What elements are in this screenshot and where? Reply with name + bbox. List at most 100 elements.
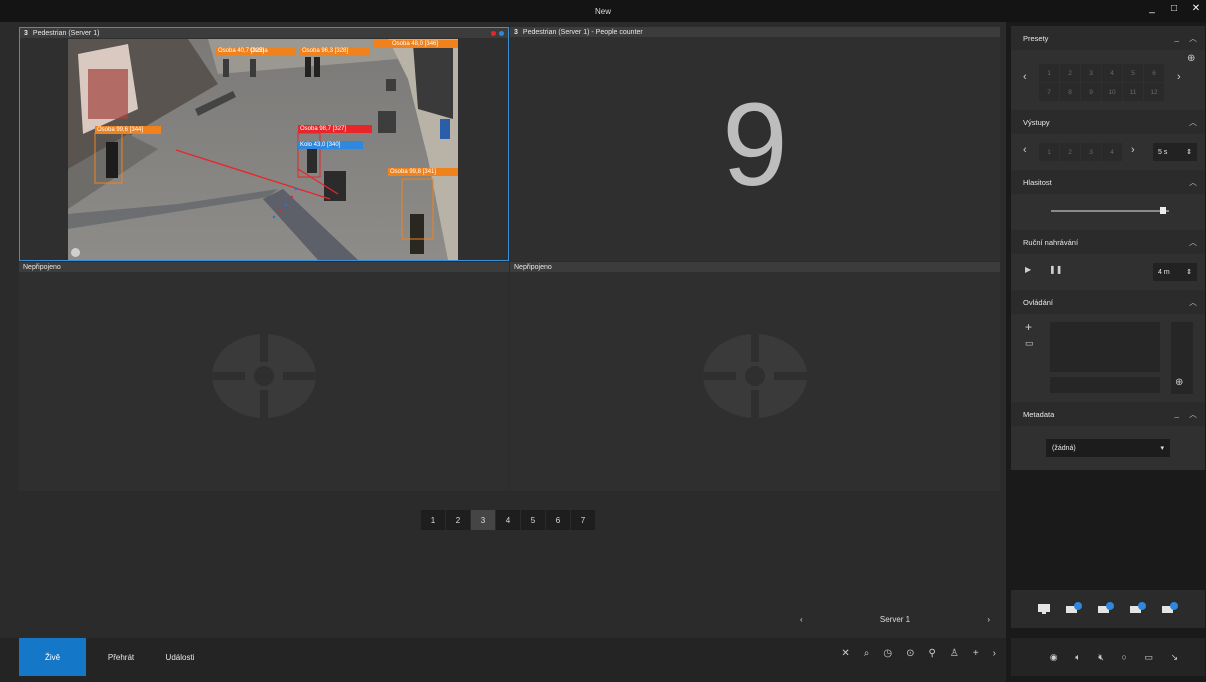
tile-title: Pedestrian (Server 1) - People counter xyxy=(522,28,643,36)
metadata-selected-value: (žádná) xyxy=(1052,444,1076,452)
output-next-icon[interactable]: › xyxy=(1131,144,1135,156)
chevron-up-icon[interactable]: ︿ xyxy=(1189,297,1197,308)
target-icon[interactable]: ⊕ xyxy=(1175,377,1183,388)
page-button-4[interactable]: 4 xyxy=(496,510,520,530)
play-icon[interactable]: ▶ xyxy=(1025,265,1031,274)
output-prev-icon[interactable]: ‹ xyxy=(1023,144,1027,156)
window-icon[interactable]: ▭ xyxy=(1145,652,1154,663)
empty-tile[interactable]: Nepřipojeno xyxy=(510,262,1000,491)
monitor-icon[interactable] xyxy=(1037,603,1051,615)
section-title: Presety xyxy=(1023,33,1049,43)
recording-duration-spinner[interactable]: 4 m ⇕ xyxy=(1153,263,1197,281)
output-interval-spinner[interactable]: 5 s ⇕ xyxy=(1153,143,1197,161)
page-button-1[interactable]: 1 xyxy=(421,510,445,530)
overlay-icon[interactable]: ⊙ xyxy=(906,648,914,659)
camera-feed-image[interactable] xyxy=(68,39,458,260)
recording-indicator-icon xyxy=(491,30,496,36)
counter-tile[interactable]: 3 Pedestrian (Server 1) - People counter… xyxy=(510,27,1000,261)
close-view-icon[interactable]: ✕ xyxy=(841,648,849,659)
tab-events[interactable]: Události xyxy=(150,638,210,676)
empty-tile[interactable]: Nepřipojeno xyxy=(19,262,509,491)
preset-slot[interactable]: 6 xyxy=(1144,64,1164,82)
preset-slot[interactable]: 7 xyxy=(1039,83,1059,101)
search-icon[interactable]: ⌕ xyxy=(864,648,870,659)
spinner-arrows-icon[interactable]: ⇕ xyxy=(1186,268,1192,276)
pause-icon[interactable]: ❚❚ xyxy=(1049,265,1062,274)
monitor-download-icon[interactable] xyxy=(1097,602,1115,616)
detection-label: Osoba 48,0 [346] xyxy=(392,41,439,47)
monitor-sync-icon[interactable] xyxy=(1161,602,1179,616)
preset-slot[interactable]: 10 xyxy=(1102,83,1122,101)
output-grid: 1 2 3 4 xyxy=(1039,143,1122,161)
chevron-up-icon[interactable]: ︿ xyxy=(1189,409,1197,420)
metadata-select[interactable]: (žádná) ▾ xyxy=(1046,439,1170,457)
preset-slot[interactable]: 2 xyxy=(1060,64,1080,82)
dropdown-arrow-icon[interactable]: ▾ xyxy=(1160,444,1164,452)
zoom-in-icon[interactable]: + xyxy=(1025,320,1032,334)
minimize-button[interactable]: _ xyxy=(1146,3,1158,14)
preset-grid: 1 2 3 4 5 6 7 8 9 10 11 12 xyxy=(1039,64,1164,101)
output-slot[interactable]: 1 xyxy=(1039,143,1059,161)
section-header-volume[interactable]: Hlasitost ︿ xyxy=(1011,170,1205,194)
collapse-icon[interactable]: ↘ xyxy=(1171,652,1179,663)
minimize-icon[interactable]: _ xyxy=(1175,33,1179,44)
preset-slot[interactable]: 5 xyxy=(1123,64,1143,82)
preset-slot[interactable]: 4 xyxy=(1102,64,1122,82)
clock-icon[interactable]: ◷ xyxy=(883,648,892,659)
link-icon[interactable]: ⚲ xyxy=(929,648,936,659)
chevron-up-icon[interactable]: ︿ xyxy=(1189,33,1197,44)
section-header-presets[interactable]: Presety _ ︿ xyxy=(1011,26,1205,50)
page-button-5[interactable]: 5 xyxy=(521,510,545,530)
chevron-up-icon[interactable]: ︿ xyxy=(1189,237,1197,248)
tile-number: 3 xyxy=(514,28,518,36)
camera-tile-pedestrian[interactable]: 3 Pedestrian (Server 1) Osoba 99,6 [344]… xyxy=(19,27,509,261)
server-next-icon[interactable]: › xyxy=(987,615,990,624)
preset-slot[interactable]: 11 xyxy=(1123,83,1143,101)
chevron-up-icon[interactable]: ︿ xyxy=(1189,117,1197,128)
ptz-pad[interactable] xyxy=(1050,322,1160,372)
preset-slot[interactable]: 1 xyxy=(1039,64,1059,82)
preset-slot[interactable]: 3 xyxy=(1081,64,1101,82)
detection-label: Osoba 99,6 [344] xyxy=(97,127,144,133)
output-slot[interactable]: 4 xyxy=(1102,143,1122,161)
zoom-out-icon[interactable]: ▭ xyxy=(1025,338,1034,349)
tile-title: Pedestrian (Server 1) xyxy=(32,29,100,37)
mute-icon[interactable]: 🔇︎ xyxy=(1098,652,1104,663)
tab-playback[interactable]: Přehrát xyxy=(96,638,146,676)
user-icon[interactable]: ♙ xyxy=(950,648,959,659)
chat-icon[interactable]: ○ xyxy=(1122,652,1127,662)
ptz-focus-bar[interactable] xyxy=(1050,377,1160,393)
section-header-outputs[interactable]: Výstupy ︿ xyxy=(1011,110,1205,134)
monitor-remove-icon[interactable] xyxy=(1129,602,1147,616)
chevron-up-icon[interactable]: ︿ xyxy=(1189,177,1197,188)
spinner-arrows-icon[interactable]: ⇕ xyxy=(1186,148,1192,156)
page-button-7[interactable]: 7 xyxy=(571,510,595,530)
output-slot[interactable]: 2 xyxy=(1060,143,1080,161)
preset-slot[interactable]: 12 xyxy=(1144,83,1164,101)
page-button-6[interactable]: 6 xyxy=(546,510,570,530)
add-preset-icon[interactable]: ⊕ xyxy=(1187,53,1195,64)
page-button-3[interactable]: 3 xyxy=(471,510,495,530)
volume-slider-track[interactable] xyxy=(1051,210,1169,212)
preset-slot[interactable]: 8 xyxy=(1060,83,1080,101)
speaker-icon[interactable]: 🔈︎ xyxy=(1075,652,1080,663)
page-button-2[interactable]: 2 xyxy=(446,510,470,530)
section-header-control[interactable]: Ovládání ︿ xyxy=(1011,290,1205,314)
close-button[interactable]: ✕ xyxy=(1190,3,1202,14)
monitor-add-icon[interactable] xyxy=(1065,602,1083,616)
preset-prev-icon[interactable]: ‹ xyxy=(1023,71,1027,83)
tab-live[interactable]: Živě xyxy=(19,638,86,676)
chevron-right-icon[interactable]: › xyxy=(993,648,996,659)
minimize-icon[interactable]: _ xyxy=(1175,409,1179,420)
preset-slot[interactable]: 9 xyxy=(1081,83,1101,101)
section-header-manual-recording[interactable]: Ruční nahrávání ︿ xyxy=(1011,230,1205,254)
record-icon[interactable]: ◉ xyxy=(1050,652,1058,663)
preset-next-icon[interactable]: › xyxy=(1177,71,1181,83)
output-slot[interactable]: 3 xyxy=(1081,143,1101,161)
add-icon[interactable]: + xyxy=(973,648,979,659)
layout-pager: 1 2 3 4 5 6 7 xyxy=(421,510,595,530)
maximize-button[interactable]: □ xyxy=(1168,3,1180,14)
section-header-metadata[interactable]: Metadata _ ︿ xyxy=(1011,402,1205,426)
server-prev-icon[interactable]: ‹ xyxy=(800,615,803,624)
volume-slider-knob[interactable] xyxy=(1160,207,1167,214)
